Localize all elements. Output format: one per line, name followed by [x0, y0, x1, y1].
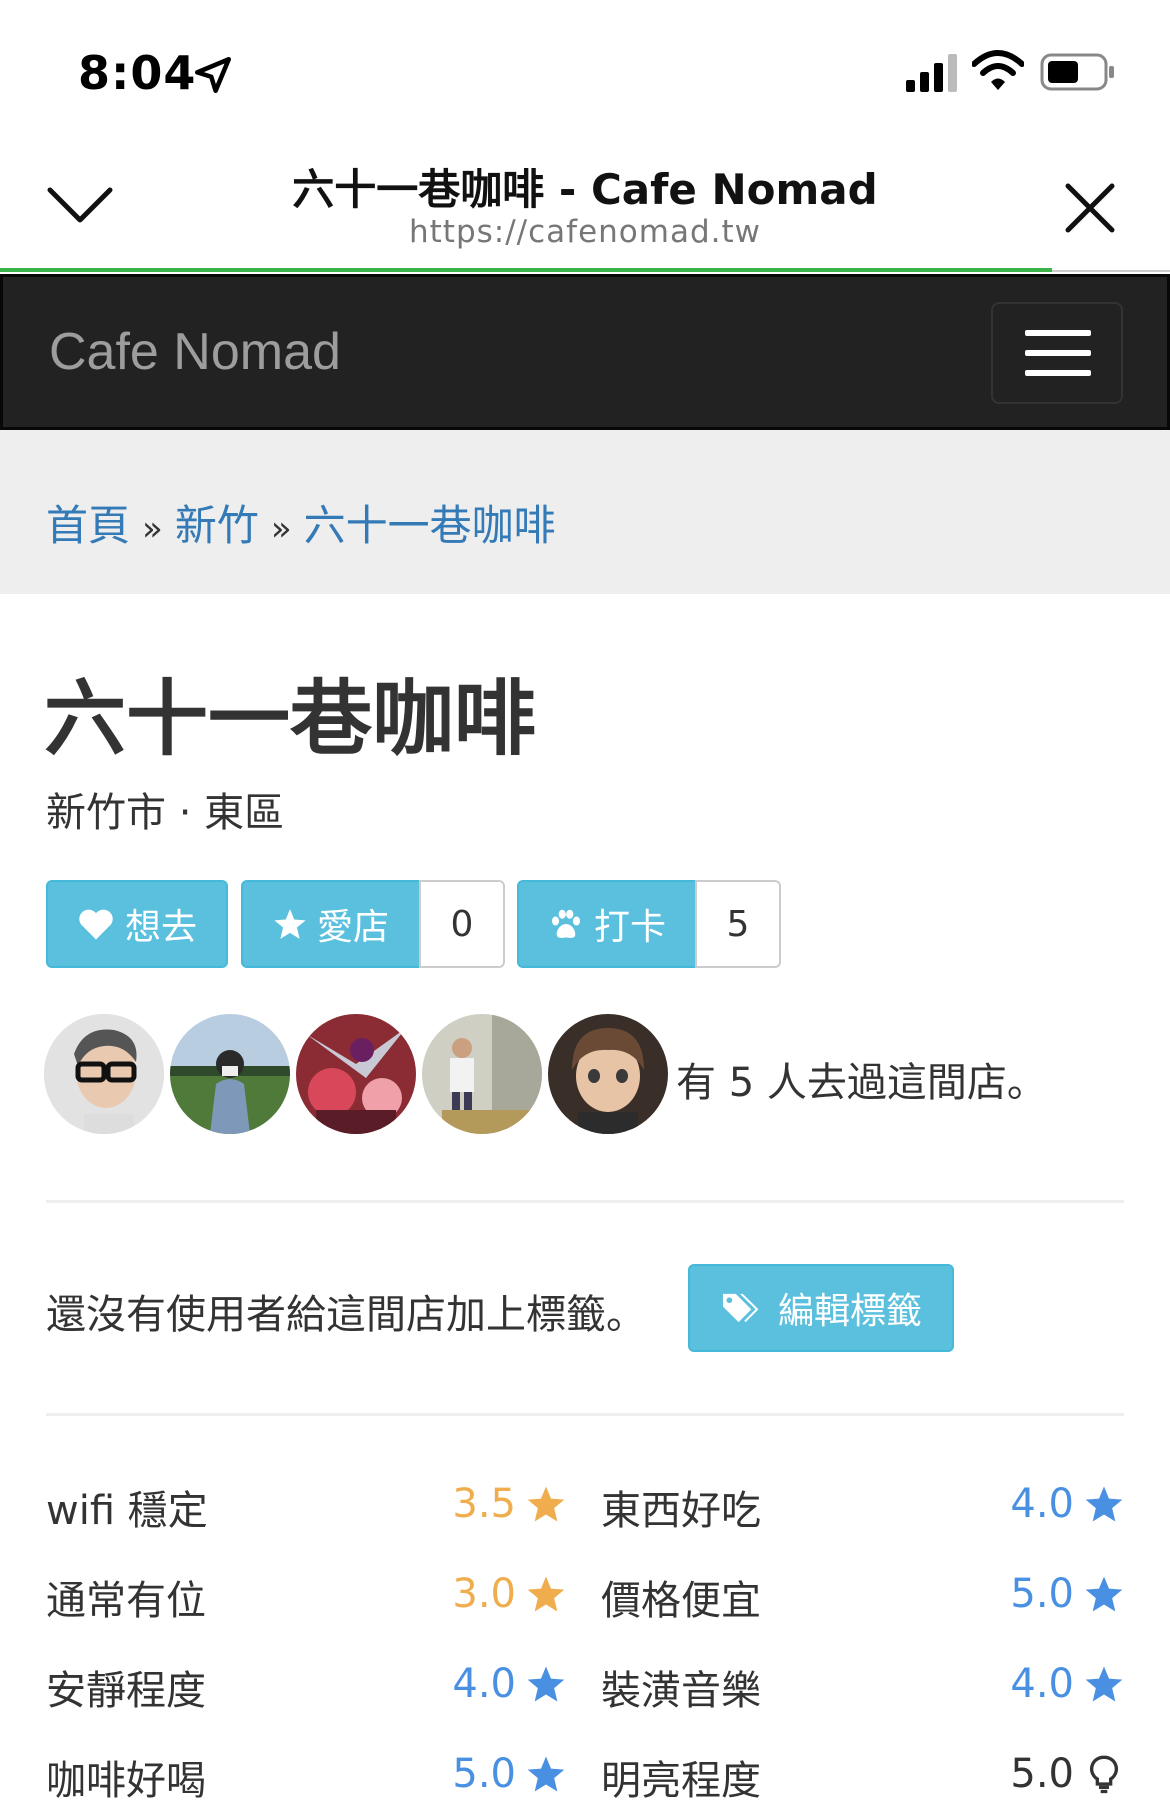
rating-value: 4.0: [366, 1656, 566, 1712]
rating-label: 通常有位: [46, 1578, 206, 1624]
checkin-label: 打卡: [593, 907, 666, 948]
avatar: [296, 1014, 416, 1134]
hamburger-icon: [1025, 350, 1091, 356]
breadcrumb-home[interactable]: 首頁: [46, 501, 130, 550]
status-time: 8:04: [78, 46, 197, 100]
divider: [46, 1413, 1124, 1416]
page-load-progress: [0, 268, 1052, 272]
breadcrumb: 首頁 » 新竹 » 六十一巷咖啡: [0, 430, 1170, 594]
avatar: [548, 1014, 668, 1134]
rating-label: 明亮程度: [601, 1758, 761, 1804]
wifi-icon: [972, 50, 1024, 90]
visitor-avatar[interactable]: [548, 1014, 668, 1134]
rating-number: 4.0: [1010, 1661, 1074, 1707]
shop-location: 新竹市 · 東區: [46, 790, 285, 836]
tags-icon: [722, 1293, 759, 1323]
favorite-button[interactable]: 愛店: [241, 880, 421, 968]
breadcrumb-separator: »: [270, 509, 292, 549]
rating-label: wifi 穩定: [46, 1488, 208, 1534]
star-icon: [1085, 1576, 1123, 1612]
star-icon: [1085, 1486, 1123, 1522]
rating-number: 5.0: [1010, 1751, 1074, 1797]
avatar: [44, 1014, 164, 1134]
star-icon: [1085, 1666, 1123, 1702]
rating-number: 3.5: [452, 1481, 516, 1527]
star-icon: [274, 909, 306, 939]
page-title: 六十一巷咖啡 - Cafe Nomad: [292, 165, 878, 214]
location-arrow-icon: [194, 56, 232, 94]
star-icon: [527, 1666, 565, 1702]
rating-label: 咖啡好喝: [46, 1758, 206, 1804]
rating-label: 價格便宜: [601, 1578, 761, 1624]
battery-icon: [1040, 53, 1114, 91]
rating-number: 5.0: [1010, 1571, 1074, 1617]
rating-number: 4.0: [452, 1661, 516, 1707]
visitor-avatar[interactable]: [44, 1014, 164, 1134]
star-icon: [527, 1756, 565, 1792]
rating-label: 東西好吃: [601, 1488, 761, 1534]
edit-tags-label: 編輯標籤: [777, 1291, 922, 1332]
site-navbar: Cafe Nomad: [0, 274, 1170, 430]
breadcrumb-city[interactable]: 新竹: [175, 501, 259, 550]
rating-number: 4.0: [1010, 1481, 1074, 1527]
status-bar: 8:04: [0, 0, 1170, 150]
favorite-label: 愛店: [316, 907, 389, 948]
rating-label: 裝潢音樂: [601, 1668, 761, 1714]
rating-value: 4.0: [924, 1476, 1124, 1532]
lightbulb-icon: [1090, 1755, 1118, 1794]
want-to-go-label: 想去: [124, 907, 197, 948]
cellular-signal-icon: [906, 54, 957, 92]
edit-tags-button[interactable]: 編輯標籤: [688, 1264, 954, 1352]
tags-empty-text: 還沒有使用者給這間店加上標籤。: [46, 1292, 646, 1338]
avatar: [422, 1014, 542, 1134]
checkin-button[interactable]: 打卡: [517, 880, 697, 968]
rating-number: 3.0: [452, 1571, 516, 1617]
rating-value: 5.0: [366, 1746, 566, 1802]
hamburger-icon: [1025, 370, 1091, 376]
favorite-count: 0: [419, 880, 505, 968]
heart-icon: [79, 909, 113, 940]
star-icon: [527, 1486, 565, 1522]
rating-value: 5.0: [924, 1566, 1124, 1622]
rating-value: 3.0: [366, 1566, 566, 1622]
rating-number: 5.0: [452, 1751, 516, 1797]
visitor-avatar[interactable]: [296, 1014, 416, 1134]
shop-name: 六十一巷咖啡: [44, 672, 537, 767]
menu-toggle-button[interactable]: [991, 302, 1123, 404]
hamburger-icon: [1025, 330, 1091, 336]
divider: [46, 1200, 1124, 1203]
breadcrumb-shop[interactable]: 六十一巷咖啡: [304, 501, 556, 550]
visitor-summary: 有 5 人去過這間店。: [676, 1060, 1047, 1106]
avatar: [170, 1014, 290, 1134]
close-icon[interactable]: [1064, 182, 1116, 234]
page-url: https://cafenomad.tw: [409, 214, 761, 250]
star-icon: [527, 1576, 565, 1612]
paw-icon: [551, 909, 581, 938]
visitor-avatar[interactable]: [422, 1014, 542, 1134]
site-brand[interactable]: Cafe Nomad: [49, 322, 341, 382]
rating-value: 5.0: [924, 1746, 1124, 1802]
browser-header: 六十一巷咖啡 - Cafe Nomad https://cafenomad.tw: [0, 150, 1170, 272]
rating-value: 3.5: [366, 1476, 566, 1532]
rating-label: 安靜程度: [46, 1668, 206, 1714]
breadcrumb-separator: »: [142, 509, 163, 549]
checkin-count: 5: [695, 880, 781, 968]
rating-value: 4.0: [924, 1656, 1124, 1712]
want-to-go-button[interactable]: 想去: [46, 880, 228, 968]
visitor-avatar[interactable]: [170, 1014, 290, 1134]
